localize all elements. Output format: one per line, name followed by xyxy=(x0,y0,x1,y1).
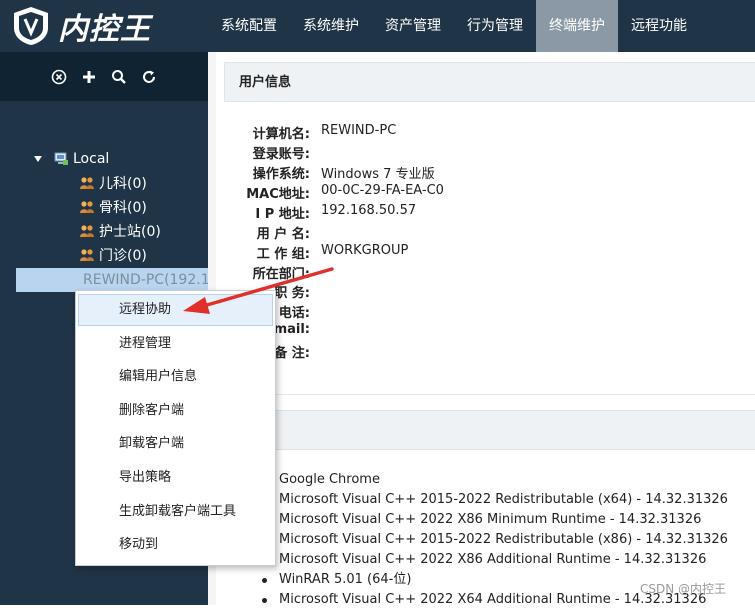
user-info-title: 用户信息 xyxy=(239,75,292,90)
tree-group-label: 门诊(0) xyxy=(99,248,147,264)
menu-item-edit-user-info[interactable]: 编辑用户信息 xyxy=(78,361,273,393)
field-label-phone: 电话: xyxy=(278,306,310,321)
field-label-position: 职 务: xyxy=(274,286,310,301)
menu-item-generate-uninstall-tool[interactable]: 生成卸载客户端工具 xyxy=(78,496,273,528)
tree-group-orthopedics[interactable]: 骨科(0) xyxy=(79,195,147,219)
refresh-icon[interactable] xyxy=(141,69,157,85)
nav-system-maintenance[interactable]: 系统维护 xyxy=(290,0,372,52)
users-icon xyxy=(80,201,94,213)
field-label-remark: 备 注: xyxy=(274,346,310,361)
field-value-computer-name: REWIND-PC xyxy=(321,123,397,138)
field-label-workgroup: 工 作 组: xyxy=(256,247,310,262)
shield-logo-icon xyxy=(14,7,48,45)
main-nav: 系统配置 系统维护 资产管理 行为管理 终端维护 远程功能 xyxy=(208,0,700,52)
field-label-username: 用 户 名: xyxy=(256,227,310,242)
software-item: Microsoft Visual C++ 2022 X86 Minimum Ru… xyxy=(262,510,728,530)
tree-group-label: 儿科(0) xyxy=(99,176,147,192)
tree-node-label: Local xyxy=(73,151,110,167)
software-item: Microsoft Visual C++ 2015-2022 Redistrib… xyxy=(262,530,728,550)
nav-remote-functions[interactable]: 远程功能 xyxy=(618,0,700,52)
plus-icon[interactable] xyxy=(81,69,97,85)
users-icon xyxy=(80,225,94,237)
software-item: Microsoft Visual C++ 2015-2022 Redistrib… xyxy=(262,490,728,510)
field-label-mac: MAC地址: xyxy=(246,187,310,202)
section-divider xyxy=(224,394,755,395)
field-value-workgroup: WORKGROUP xyxy=(321,243,409,258)
tree-expand-icon[interactable] xyxy=(33,154,43,164)
field-value-ip: 192.168.50.57 xyxy=(321,203,417,218)
bullet-icon xyxy=(262,577,267,583)
tree-node-local[interactable]: Local xyxy=(33,147,109,171)
menu-item-delete-client[interactable]: 删除客户端 xyxy=(78,395,273,427)
top-navigation-bar: 内控王 系统配置 系统维护 资产管理 行为管理 终端维护 远程功能 xyxy=(0,0,755,52)
software-item-label: Microsoft Visual C++ 2015-2022 Redistrib… xyxy=(279,532,728,547)
software-item-label: Microsoft Visual C++ 2022 X86 Minimum Ru… xyxy=(279,512,702,527)
field-label-email: mail: xyxy=(273,322,310,337)
software-item-label: WinRAR 5.01 (64-位) xyxy=(279,572,412,587)
watermark: CSDN @内控王 xyxy=(640,582,727,596)
menu-item-move-to[interactable]: 移动到 xyxy=(78,529,273,561)
user-info-header: 用户信息 xyxy=(224,62,755,102)
bullet-icon xyxy=(262,597,267,603)
search-icon[interactable] xyxy=(111,69,127,85)
network-computer-icon xyxy=(54,152,68,165)
field-label-department: 所在部门: xyxy=(252,267,310,282)
field-label-computer-name: 计算机名: xyxy=(252,127,310,142)
tree-group-label: 护士站(0) xyxy=(99,224,161,240)
menu-item-remote-assist[interactable]: 远程协助 xyxy=(78,294,273,326)
software-item: Google Chrome xyxy=(262,470,728,490)
close-circle-icon[interactable] xyxy=(51,69,67,85)
menu-item-export-policy[interactable]: 导出策略 xyxy=(78,462,273,494)
field-value-os: Windows 7 专业版 xyxy=(321,167,435,182)
software-item-label: Microsoft Visual C++ 2015-2022 Redistrib… xyxy=(279,492,728,507)
menu-item-uninstall-client[interactable]: 卸载客户端 xyxy=(78,428,273,460)
tree-group-nurse-station[interactable]: 护士站(0) xyxy=(79,219,161,243)
field-label-login-account: 登录账号: xyxy=(252,147,310,162)
software-item-label: Google Chrome xyxy=(279,472,380,487)
tree-toolbar xyxy=(0,52,208,101)
users-icon xyxy=(80,249,94,261)
tree-group-outpatient[interactable]: 门诊(0) xyxy=(79,243,147,267)
client-context-menu: 远程协助 进程管理 编辑用户信息 删除客户端 卸载客户端 导出策略 生成卸载客户… xyxy=(75,290,276,566)
field-label-os: 操作系统: xyxy=(252,167,310,182)
tree-client-label: REWIND-PC(192.168.50.57) xyxy=(83,272,208,288)
software-item-label: Microsoft Visual C++ 2022 X86 Additional… xyxy=(279,552,707,567)
nav-behavior-management[interactable]: 行为管理 xyxy=(454,0,536,52)
tree-group-label: 骨科(0) xyxy=(99,200,147,216)
nav-terminal-maintenance[interactable]: 终端维护 xyxy=(536,0,618,52)
software-info-header: 信息 xyxy=(224,410,755,450)
field-value-mac: 00-0C-29-FA-EA-C0 xyxy=(321,183,444,198)
tree-group-pediatrics[interactable]: 儿科(0) xyxy=(79,171,147,195)
software-item: Microsoft Visual C++ 2022 X86 Additional… xyxy=(262,550,728,570)
nav-system-config[interactable]: 系统配置 xyxy=(208,0,290,52)
nav-asset-management[interactable]: 资产管理 xyxy=(372,0,454,52)
app-title: 内控王 xyxy=(58,12,151,47)
app-logo: 内控王 xyxy=(12,6,151,47)
tree-client-selected[interactable]: REWIND-PC(192.168.50.57) xyxy=(16,268,208,292)
field-label-ip: I P 地址: xyxy=(255,207,310,222)
menu-item-process-management[interactable]: 进程管理 xyxy=(78,328,273,360)
users-icon xyxy=(80,177,94,189)
